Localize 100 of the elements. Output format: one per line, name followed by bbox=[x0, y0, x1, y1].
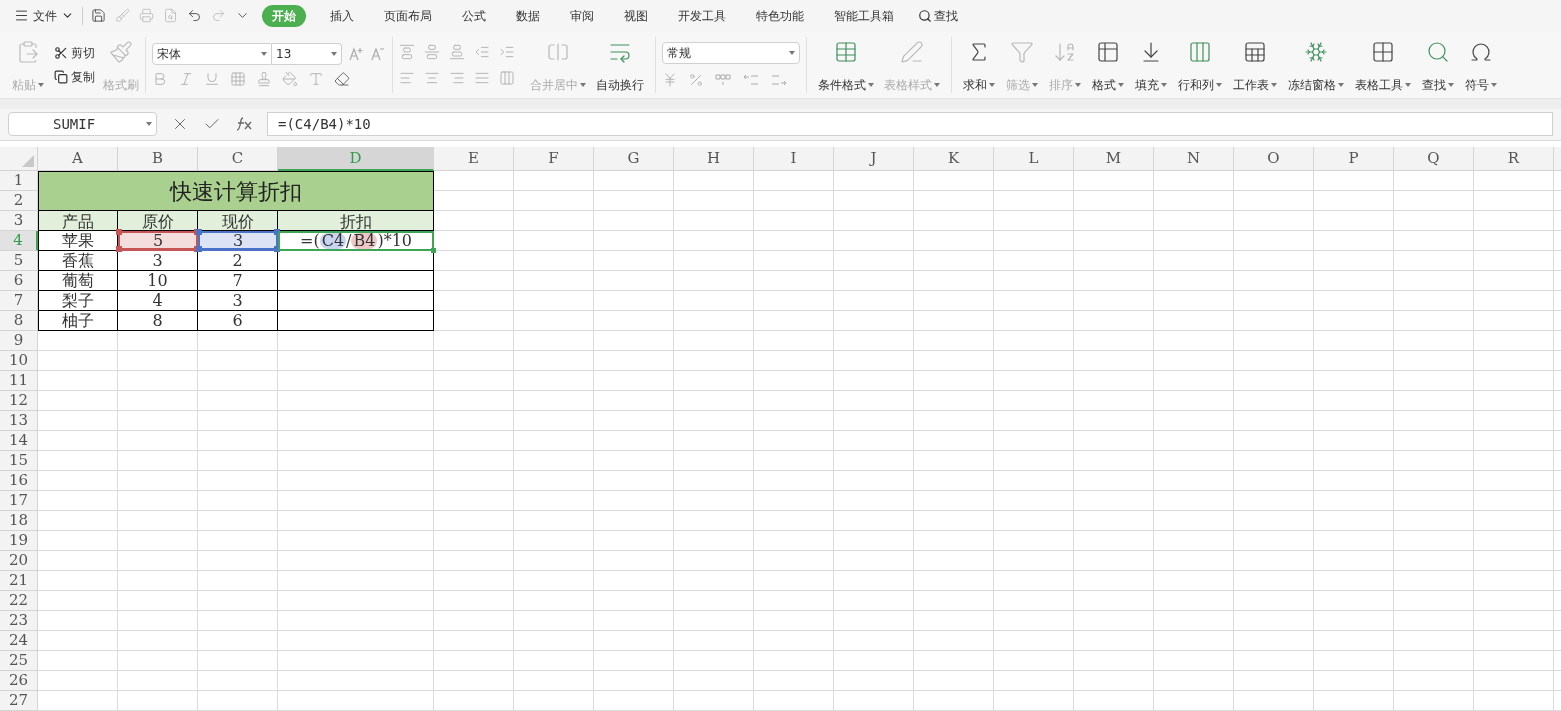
column-header[interactable]: J bbox=[834, 147, 914, 171]
column-header[interactable]: B bbox=[118, 147, 198, 171]
font-size-field[interactable]: 13 bbox=[272, 42, 342, 65]
row-header[interactable]: 11 bbox=[0, 371, 38, 391]
row-header[interactable]: 7 bbox=[0, 291, 38, 311]
ribbon-tab[interactable]: 插入 bbox=[324, 6, 360, 25]
distribute-icon[interactable] bbox=[499, 69, 515, 86]
percent-icon[interactable] bbox=[688, 71, 704, 88]
decrease-decimal-icon[interactable] bbox=[770, 72, 788, 87]
increase-decimal-icon[interactable] bbox=[742, 72, 760, 87]
ribbon-button[interactable]: 格式 bbox=[1087, 35, 1129, 94]
ribbon-tab[interactable]: 页面布局 bbox=[378, 6, 438, 25]
search-button[interactable]: 查找 bbox=[918, 6, 958, 25]
font-name-field[interactable]: 宋体 bbox=[152, 42, 272, 65]
column-header[interactable]: F bbox=[514, 147, 594, 171]
select-all-icon[interactable] bbox=[22, 155, 34, 167]
column-header[interactable]: G bbox=[594, 147, 674, 171]
ribbon-button[interactable]: 行和列 bbox=[1173, 35, 1227, 94]
ribbon-tab[interactable]: 开发工具 bbox=[672, 6, 732, 25]
column-header[interactable]: P bbox=[1314, 147, 1394, 171]
row-header[interactable]: 3 bbox=[0, 211, 38, 231]
column-header[interactable]: I bbox=[754, 147, 834, 171]
column-header[interactable] bbox=[1554, 147, 1561, 171]
underline-icon[interactable] bbox=[204, 70, 220, 87]
file-menu[interactable]: 文件 bbox=[14, 6, 74, 25]
thousands-icon[interactable] bbox=[714, 72, 732, 87]
save-icon[interactable] bbox=[91, 8, 106, 24]
row-header[interactable]: 5 bbox=[0, 251, 38, 271]
row-header[interactable]: 27 bbox=[0, 691, 38, 711]
fill-color-icon[interactable] bbox=[282, 70, 298, 87]
row-header[interactable]: 26 bbox=[0, 671, 38, 691]
ribbon-tab[interactable]: 数据 bbox=[510, 6, 546, 25]
table-cell[interactable]: 5 bbox=[118, 231, 198, 251]
row-header[interactable]: 14 bbox=[0, 431, 38, 451]
cell-editor[interactable]: =(C4/B4)*10 bbox=[278, 231, 434, 251]
function-icon[interactable] bbox=[235, 116, 253, 133]
italic-icon[interactable] bbox=[178, 70, 194, 87]
row-header[interactable]: 13 bbox=[0, 411, 38, 431]
name-box[interactable]: SUMIF bbox=[8, 112, 157, 137]
column-header[interactable]: L bbox=[994, 147, 1074, 171]
row-header[interactable]: 8 bbox=[0, 311, 38, 331]
row-header[interactable]: 15 bbox=[0, 451, 38, 471]
table-cell: 香蕉 bbox=[38, 251, 118, 271]
cut-button[interactable]: 剪切 bbox=[54, 43, 95, 62]
align-top-icon[interactable] bbox=[399, 43, 415, 60]
eraser-icon[interactable] bbox=[334, 70, 350, 87]
ribbon-tab[interactable]: 特色功能 bbox=[750, 6, 810, 25]
ribbon-button[interactable]: 冻结窗格 bbox=[1283, 35, 1349, 94]
column-header[interactable]: E bbox=[434, 147, 514, 171]
ribbon-button[interactable]: 查找 bbox=[1417, 35, 1459, 94]
shrink-font-icon[interactable] bbox=[370, 45, 386, 62]
column-header[interactable]: N bbox=[1154, 147, 1234, 171]
ribbon-tab[interactable]: 视图 bbox=[618, 6, 654, 25]
row-header[interactable]: 16 bbox=[0, 471, 38, 491]
row-header[interactable]: 18 bbox=[0, 511, 38, 531]
grow-font-icon[interactable] bbox=[348, 45, 364, 62]
number-format-field[interactable]: 常规 bbox=[662, 41, 800, 64]
stamp-icon[interactable] bbox=[256, 70, 272, 87]
ribbon-tab[interactable]: 公式 bbox=[456, 6, 492, 25]
align-bottom-icon[interactable] bbox=[449, 43, 465, 60]
ribbon-button[interactable]: 工作表 bbox=[1228, 35, 1282, 94]
row-header[interactable]: 9 bbox=[0, 331, 38, 351]
ribbon-button[interactable]: 条件格式 bbox=[813, 35, 879, 94]
row-header[interactable]: 24 bbox=[0, 631, 38, 651]
border-icon[interactable] bbox=[230, 70, 246, 87]
ribbon-button[interactable]: 填充 bbox=[1130, 35, 1172, 94]
font-color-icon[interactable] bbox=[308, 70, 324, 87]
row-header[interactable]: 23 bbox=[0, 611, 38, 631]
ribbon-button[interactable]: 符号 bbox=[1460, 35, 1502, 94]
column-header[interactable]: H bbox=[674, 147, 754, 171]
row-header[interactable]: 22 bbox=[0, 591, 38, 611]
row-header[interactable]: 25 bbox=[0, 651, 38, 671]
row-header[interactable]: 21 bbox=[0, 571, 38, 591]
ribbon-button[interactable]: 求和 bbox=[958, 35, 1000, 94]
column-header[interactable]: M bbox=[1074, 147, 1154, 171]
copy-button[interactable]: 复制 bbox=[54, 67, 95, 86]
currency-icon[interactable] bbox=[662, 71, 678, 88]
undo-icon[interactable] bbox=[187, 8, 202, 24]
row-header[interactable]: 12 bbox=[0, 391, 38, 411]
row-header[interactable]: 17 bbox=[0, 491, 38, 511]
column-header[interactable]: C bbox=[198, 147, 278, 171]
ribbon-tab[interactable]: 审阅 bbox=[564, 6, 600, 25]
column-header[interactable]: K bbox=[914, 147, 994, 171]
table-cell[interactable]: 3 bbox=[198, 231, 278, 251]
row-header[interactable]: 2 bbox=[0, 191, 38, 211]
column-header[interactable]: R bbox=[1474, 147, 1554, 171]
row-header[interactable]: 1 bbox=[0, 171, 38, 191]
formula-field[interactable]: =(C4/B4)*10 bbox=[267, 112, 1553, 137]
column-header[interactable]: A bbox=[38, 147, 118, 171]
row-header[interactable]: 10 bbox=[0, 351, 38, 371]
row-header[interactable]: 19 bbox=[0, 531, 38, 551]
ribbon-button[interactable]: 表格工具 bbox=[1350, 35, 1416, 94]
row-header[interactable]: 6 bbox=[0, 271, 38, 291]
align-middle-icon[interactable] bbox=[424, 43, 440, 60]
column-header[interactable]: Q bbox=[1394, 147, 1474, 171]
ribbon-button[interactable]: 自动换行 bbox=[591, 35, 649, 94]
row-header[interactable]: 20 bbox=[0, 551, 38, 571]
bold-icon[interactable] bbox=[152, 70, 168, 87]
ribbon-tab[interactable]: 智能工具箱 bbox=[828, 6, 900, 25]
column-header[interactable]: O bbox=[1234, 147, 1314, 171]
